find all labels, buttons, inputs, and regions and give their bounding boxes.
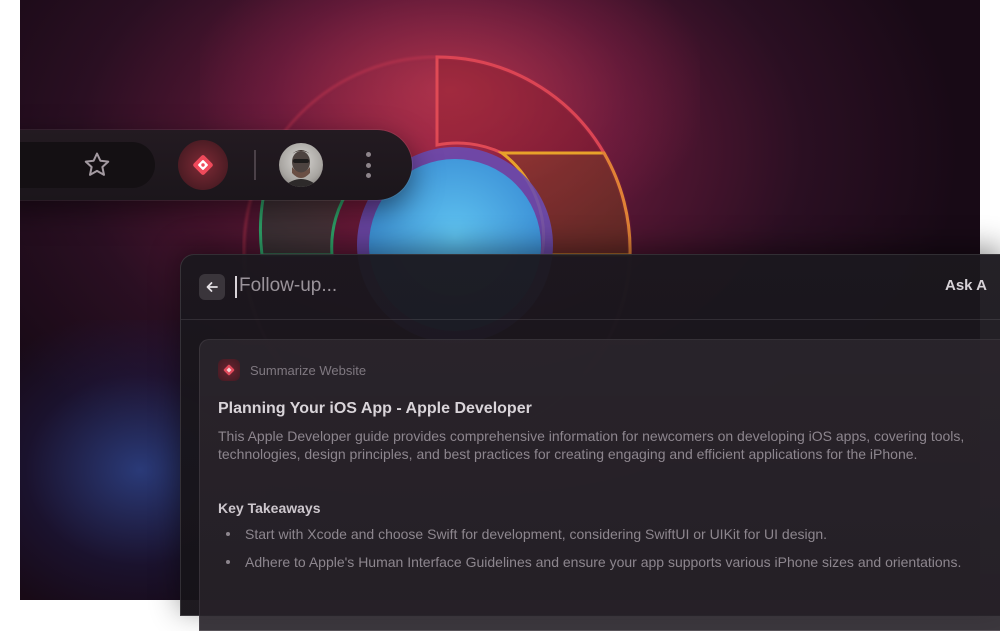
list-item: Start with Xcode and choose Swift for de… [218,525,988,543]
ask-button[interactable]: Ask A [945,277,987,294]
summary-title: Planning Your iOS App - Apple Developer [218,400,532,417]
summary-card-label: Summarize Website [250,362,367,378]
toolbar-divider [254,150,256,180]
assistant-extension-icon [193,155,213,175]
assistant-logo-icon [218,359,240,381]
summary-card: Summarize Website Planning Your iOS App … [199,339,1000,631]
summary-body: This Apple Developer guide provides comp… [218,428,965,462]
more-vertical-icon [365,152,371,157]
back-button[interactable] [199,274,225,300]
takeaways-list: Start with Xcode and choose Swift for de… [218,525,988,581]
list-item: Adhere to Apple's Human Interface Guidel… [218,553,988,571]
more-menu-button[interactable] [358,148,378,182]
assistant-extension-button[interactable] [178,140,228,190]
bookmark-button[interactable] [80,148,114,182]
summary-card-header: Summarize Website [218,359,366,381]
profile-photo-icon [283,150,319,187]
browser-toolbar [20,130,412,200]
arrow-left-icon [206,282,218,292]
star-icon [84,152,110,176]
assistant-panel: Follow-up... Ask A Summarize Website Pla… [180,254,1000,631]
panel-header: Follow-up... Ask A [181,255,1000,320]
follow-up-input[interactable]: Follow-up... [239,275,337,297]
key-takeaways-heading: Key Takeaways [218,500,321,516]
avatar[interactable] [279,143,323,187]
text-cursor [235,276,237,298]
